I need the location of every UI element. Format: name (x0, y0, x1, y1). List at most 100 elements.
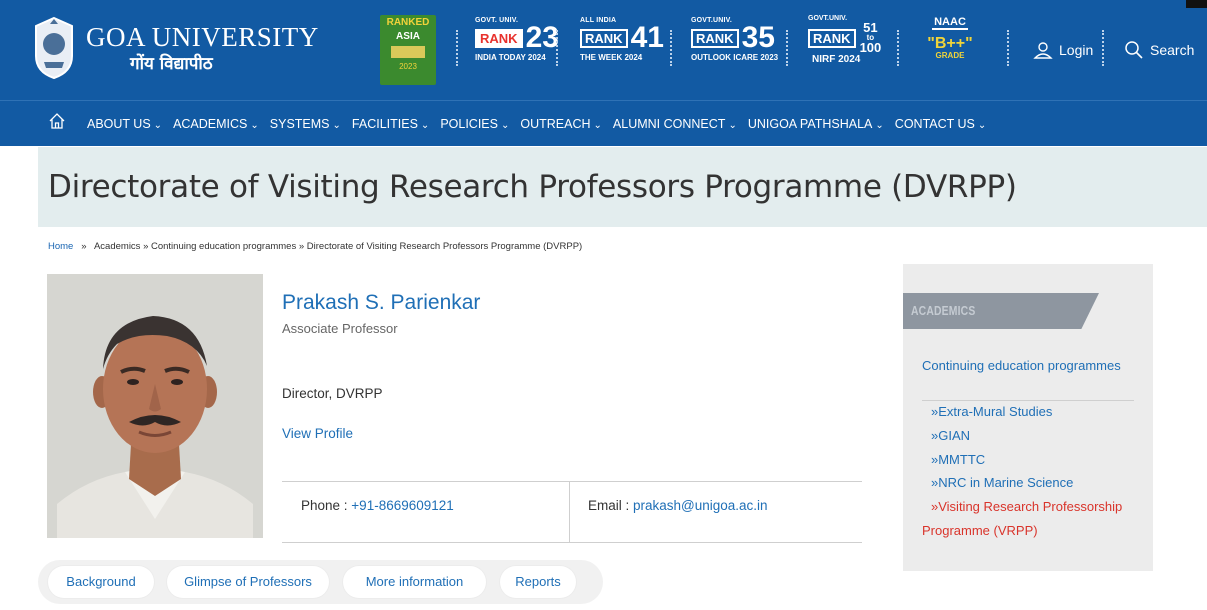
nav-label: ALUMNI CONNECT (612, 116, 726, 131)
nav-label: OUTREACH (520, 116, 591, 131)
sidebar-banner: ACADEMICS (903, 293, 1099, 329)
search-label: Search (1150, 42, 1195, 58)
home-link[interactable] (0, 112, 65, 135)
chevron-down-icon: ⌄ (977, 119, 987, 131)
chevron-down-icon: ⌄ (153, 119, 163, 131)
nav-item-alumni-connect[interactable]: ALUMNI CONNECT ⌄ (613, 117, 737, 131)
tab-reports[interactable]: Reports (500, 566, 576, 598)
nav-item-outreach[interactable]: OUTREACH ⌄ (520, 117, 602, 131)
naac-grade: "B++" (927, 35, 973, 52)
brand[interactable]: GOA UNIVERSITY गोंय विद्यापीठ (86, 22, 319, 76)
header-divider (670, 30, 672, 66)
chevron-down-icon: ⌄ (500, 119, 510, 131)
nav-item-about-us[interactable]: ABOUT US ⌄ (87, 117, 162, 131)
profile-name: Prakash S. Parienkar (282, 291, 481, 314)
rank-word: RANK (808, 28, 856, 48)
phone-label: Phone : (301, 498, 352, 513)
profile-position: Director, DVRPP (282, 386, 383, 401)
home-icon (49, 113, 65, 129)
header-divider (456, 30, 458, 66)
email-field: Email : prakash@unigoa.ac.in (588, 498, 768, 513)
nav-item-contact-us[interactable]: CONTACT US ⌄ (895, 117, 987, 131)
qs-logo-icon (391, 46, 425, 58)
ranked-label: RANKED (386, 17, 430, 28)
email-label: Email : (588, 498, 634, 513)
rank-number: 41 (630, 21, 664, 54)
corner-mark (1186, 0, 1207, 8)
brand-hindi: गोंय विद्यापीठ (130, 54, 213, 74)
breadcrumb-separator: » (81, 241, 87, 252)
login-label: Login (1059, 42, 1094, 58)
naac-grade-label: GRADE (935, 51, 965, 60)
header-divider (786, 30, 788, 66)
sidebar-link-vrpp-continued[interactable]: Programme (VRPP) (922, 523, 1038, 538)
sidebar-heading-link[interactable]: Continuing education programmes (922, 357, 1122, 374)
rank-word: RANK (691, 28, 739, 48)
nav-label: CONTACT US (894, 116, 975, 131)
rank-source: OUTLOOK ICARE 2023 (691, 53, 779, 62)
site-header: GOA UNIVERSITY गोंय विद्यापीठ RANKED ASI… (0, 0, 1207, 100)
phone-field: Phone : +91-8669609121 (301, 498, 454, 513)
main-navigation: ABOUT US ⌄ ACADEMICS ⌄ SYSTEMS ⌄ FACILITIES… (0, 100, 1207, 146)
nav-item-academics[interactable]: ACADEMICS ⌄ (173, 117, 259, 131)
breadcrumb: Home » Academics » Continuing education … (48, 241, 582, 252)
university-seal-logo[interactable] (32, 16, 76, 80)
nav-items: ABOUT US ⌄ ACADEMICS ⌄ SYSTEMS ⌄ FACILITIES… (87, 117, 997, 131)
nav-label: ACADEMICS (173, 116, 248, 131)
naac-title: NAAC (932, 16, 968, 30)
ranked-year: 2023 (399, 62, 417, 71)
naac-grade-badge: NAAC "B++" GRADE (915, 12, 985, 60)
tab-glimpse-of-professors[interactable]: Glimpse of Professors (167, 566, 329, 598)
sidebar-divider (922, 400, 1134, 401)
rank-badge-outlook: GOVT.UNIV. RANK 35 OUTLOOK ICARE 2023 (691, 17, 778, 62)
sidebar-banner-label: ACADEMICS (911, 303, 976, 318)
tab-background[interactable]: Background (48, 566, 154, 598)
nav-label: FACILITIES (351, 116, 418, 131)
header-divider (897, 30, 899, 66)
chevron-down-icon: ⌄ (332, 119, 341, 131)
page-title: Directorate of Visiting Research Profess… (48, 169, 1017, 205)
sidebar-link-mmttc[interactable]: »MMTTC (931, 452, 985, 467)
header-divider (1007, 30, 1009, 66)
nav-label: POLICIES (440, 116, 498, 131)
nav-label: SYSTEMS (269, 116, 330, 131)
header-divider (1102, 30, 1104, 66)
sidebar-link-vrpp[interactable]: »Visiting Research Professorship (931, 499, 1122, 514)
view-profile-link[interactable]: View Profile (282, 426, 353, 441)
rank-badge-the-week: ALL INDIA RANK 41 THE WEEK 2024 (580, 17, 664, 62)
profile-photo (47, 274, 263, 538)
rank-range-bottom: 100 (859, 40, 882, 55)
login-button[interactable]: Login (1033, 40, 1093, 60)
ranked-asia-badge: RANKED ASIA 2023 (380, 15, 436, 85)
sidebar-link-extra-mural-studies[interactable]: »Extra-Mural Studies (931, 404, 1052, 419)
page-title-band: Directorate of Visiting Research Profess… (38, 147, 1207, 227)
ranked-region: ASIA (396, 31, 420, 42)
profile-role: Associate Professor (282, 321, 398, 336)
chevron-down-icon: ⌄ (250, 119, 259, 131)
sidebar-link-gian[interactable]: »GIAN (931, 428, 970, 443)
phone-link[interactable]: +91-8669609121 (351, 498, 453, 513)
brand-english: GOA UNIVERSITY (86, 22, 319, 52)
nav-item-unigoa-pathshala[interactable]: UNIGOA PATHSHALA ⌄ (748, 117, 884, 131)
rank-number: 35 (741, 21, 775, 54)
nav-item-systems[interactable]: SYSTEMS ⌄ (270, 117, 341, 131)
header-divider (556, 30, 558, 66)
user-icon (1033, 42, 1053, 59)
rank-source: INDIA TODAY 2024 (475, 53, 546, 62)
rank-word: RANK (475, 28, 523, 48)
chevron-down-icon: ⌄ (875, 119, 884, 131)
rank-source: NIRF 2024 (812, 54, 861, 65)
nav-item-facilities[interactable]: FACILITIES ⌄ (352, 117, 429, 131)
chevron-down-icon: ⌄ (728, 119, 737, 131)
rank-source: THE WEEK 2024 (580, 53, 643, 62)
section-tabs: Background Glimpse of Professors More in… (38, 560, 603, 604)
email-link[interactable]: prakash@unigoa.ac.in (633, 498, 768, 513)
nav-item-policies[interactable]: POLICIES ⌄ (440, 117, 509, 131)
contact-row: Phone : +91-8669609121 Email : prakash@u… (282, 481, 862, 543)
sidebar-link-nrc-marine-science[interactable]: »NRC in Marine Science (931, 475, 1073, 490)
search-button[interactable]: Search (1124, 40, 1194, 60)
breadcrumb-home-link[interactable]: Home (48, 241, 73, 252)
rank-word: RANK (580, 28, 628, 48)
nav-label: ABOUT US (87, 116, 151, 131)
tab-more-information[interactable]: More information (343, 566, 486, 598)
